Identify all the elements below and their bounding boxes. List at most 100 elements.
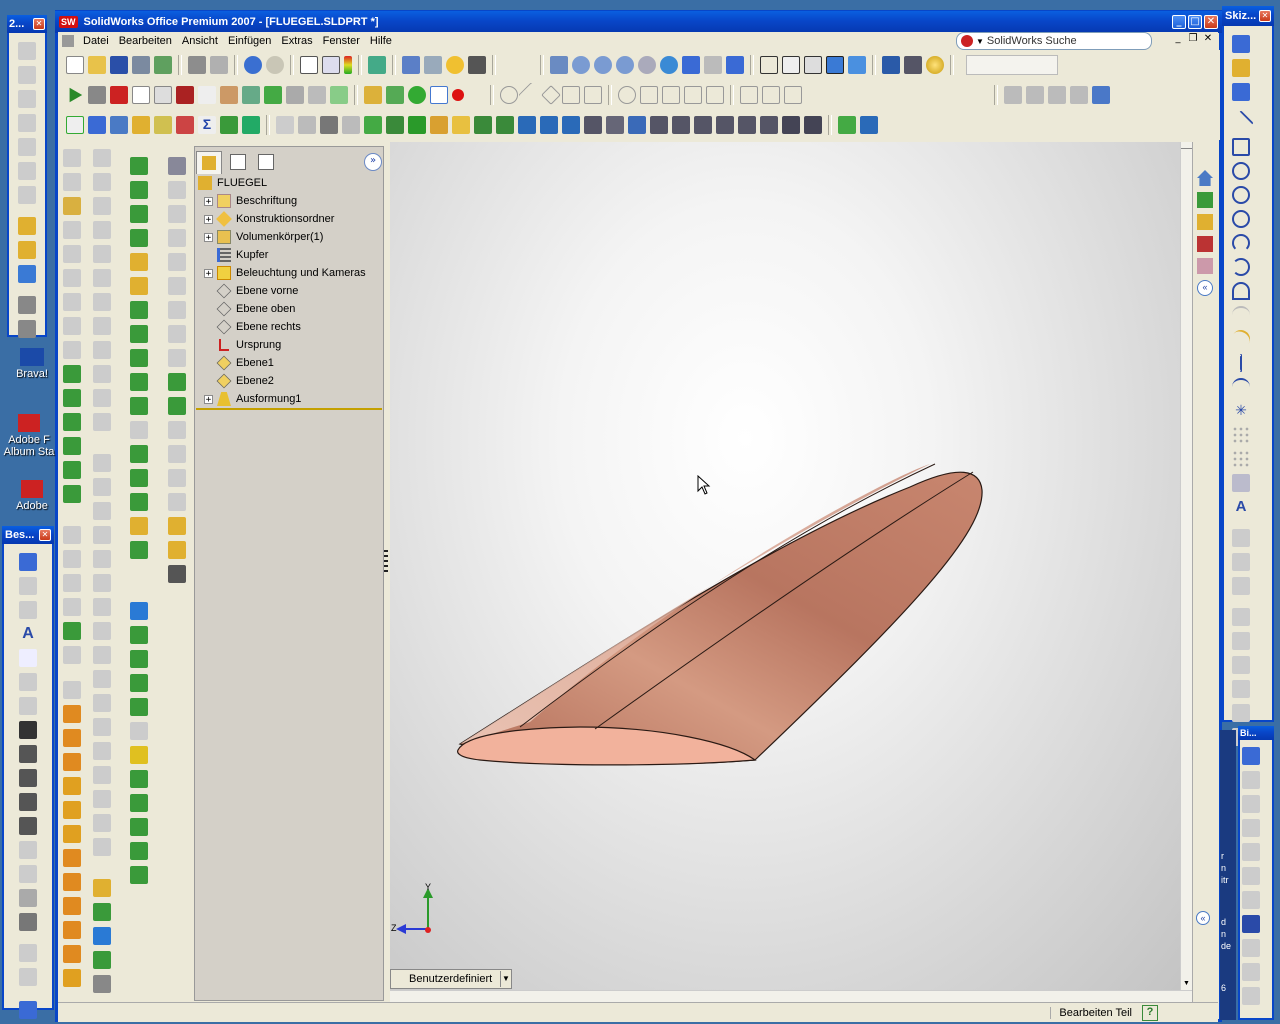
tree-expand-icon[interactable]: +	[204, 214, 213, 224]
vtool-11[interactable]	[63, 389, 81, 407]
shadow-icon[interactable]	[904, 56, 922, 74]
maximize-button[interactable]: □	[1188, 15, 1202, 29]
vtool2-11[interactable]	[93, 389, 111, 407]
menu-extras[interactable]: Extras	[276, 32, 317, 50]
wing-model[interactable]	[390, 142, 1180, 990]
splitter-grip-icon[interactable]	[384, 550, 388, 572]
tool-r3-14[interactable]	[408, 116, 426, 134]
vtool3-7[interactable]	[130, 301, 148, 319]
menu-hilfe[interactable]: Hilfe	[365, 32, 397, 50]
vtool-34[interactable]	[63, 969, 81, 987]
check-icon[interactable]	[198, 86, 216, 104]
vtool2-25[interactable]	[93, 742, 111, 760]
zoom-fit-icon[interactable]	[550, 56, 568, 74]
vtool3-25[interactable]	[130, 770, 148, 788]
vtool2-20[interactable]	[93, 622, 111, 640]
line-icon[interactable]	[1228, 110, 1254, 136]
vtool3-24[interactable]	[130, 746, 148, 764]
undo-icon[interactable]	[244, 56, 262, 74]
vtool3-16[interactable]	[130, 517, 148, 535]
vtool2-28[interactable]	[93, 814, 111, 832]
rt-tool-2[interactable]	[1232, 59, 1250, 77]
vtool2-31[interactable]	[93, 903, 111, 921]
vtool4-2[interactable]	[168, 181, 186, 199]
fb-tool-6[interactable]	[19, 721, 37, 739]
tool-r3-22[interactable]	[584, 116, 602, 134]
title-bar[interactable]: SW SolidWorks Office Premium 2007 - [FLU…	[55, 11, 1222, 33]
desktop-icon-adobe-album[interactable]: Adobe F Album Sta	[2, 414, 56, 458]
vtool-27[interactable]	[63, 801, 81, 819]
pattern-icon[interactable]	[1232, 426, 1250, 444]
shaded-icon[interactable]	[848, 56, 866, 74]
vtool-32[interactable]	[63, 921, 81, 939]
ft-tool-3[interactable]	[18, 90, 36, 108]
point-icon[interactable]	[408, 86, 426, 104]
tool-r3-19[interactable]	[518, 116, 536, 134]
point-icon-2[interactable]: ✳	[1232, 402, 1250, 420]
floating-toolbar-right-bottom-title[interactable]: Bi...	[1238, 726, 1274, 740]
vtool-26[interactable]	[63, 777, 81, 795]
vtool2-29[interactable]	[93, 838, 111, 856]
vtool4-16[interactable]	[168, 517, 186, 535]
arc-icon-2[interactable]	[1232, 258, 1250, 276]
sum-icon[interactable]: Σ	[198, 116, 216, 134]
scroll-down-arrow-icon[interactable]: ▼	[1181, 980, 1192, 990]
tree-expand-icon[interactable]: +	[204, 196, 213, 206]
status-help-icon[interactable]: ?	[1142, 1004, 1158, 1021]
record-icon[interactable]	[452, 89, 464, 101]
tree-item-ebene-oben[interactable]: Ebene oben	[196, 300, 295, 318]
tool-r3-20[interactable]	[540, 116, 558, 134]
rt-tool-10[interactable]	[1232, 656, 1250, 674]
rt-tool-9[interactable]	[1232, 632, 1250, 650]
vtool3-2[interactable]	[130, 181, 148, 199]
vtool2-1[interactable]	[93, 149, 111, 167]
vtool2-15[interactable]	[93, 502, 111, 520]
tool-r3-17[interactable]	[474, 116, 492, 134]
tool-icon-a[interactable]	[220, 86, 238, 104]
design-library-icon[interactable]	[1197, 192, 1213, 208]
select-filter-icon[interactable]	[322, 56, 340, 74]
vtool3-28[interactable]	[130, 842, 148, 860]
sketch-tool-icon-5[interactable]	[584, 86, 602, 104]
vtool-4[interactable]	[63, 221, 81, 239]
rectangle-icon[interactable]	[1232, 138, 1250, 156]
rb-tool-11[interactable]	[1242, 987, 1260, 1005]
vtool4-9[interactable]	[168, 349, 186, 367]
rt-tool-4[interactable]	[1232, 474, 1250, 492]
vtool3-14[interactable]	[130, 469, 148, 487]
section-view-icon[interactable]	[882, 56, 900, 74]
sketch-tool-icon-18[interactable]	[1092, 86, 1110, 104]
arc-icon[interactable]	[1232, 234, 1250, 252]
sketch-tool-icon-8[interactable]	[662, 86, 680, 104]
close-button[interactable]: ✕	[33, 18, 45, 30]
vtool3-10[interactable]	[130, 373, 148, 391]
vtool-16[interactable]	[63, 526, 81, 544]
floating-toolbar-left-bottom-title[interactable]: Bes... ✕	[2, 526, 54, 544]
tree-root[interactable]: FLUEGEL	[198, 174, 267, 192]
vtool3-29[interactable]	[130, 866, 148, 884]
tool-r3-21[interactable]	[562, 116, 580, 134]
menu-datei[interactable]: Datei	[78, 32, 114, 50]
vtool4-11[interactable]	[168, 397, 186, 415]
fb-tool-5[interactable]	[19, 697, 37, 715]
rt-tool-5[interactable]	[1232, 529, 1250, 547]
ft-tool-1[interactable]	[18, 42, 36, 60]
floating-toolbar-left-top-title[interactable]: 2... ✕	[7, 15, 47, 33]
vtool-31[interactable]	[63, 897, 81, 915]
tool-icon-b[interactable]	[242, 86, 260, 104]
feature-tree-tab[interactable]	[196, 150, 222, 174]
rt-tool-8[interactable]	[1232, 608, 1250, 626]
scroll-up-arrow-icon[interactable]	[1181, 142, 1192, 149]
sketch-tool-icon-15[interactable]	[1026, 86, 1044, 104]
fb-tool-14[interactable]	[19, 913, 37, 931]
doc-minimize-button[interactable]: _	[1172, 33, 1184, 47]
vtool2-30[interactable]	[93, 879, 111, 897]
shaded-edges-icon[interactable]	[826, 56, 844, 74]
sketch-active-icon[interactable]	[430, 86, 448, 104]
vtool2-10[interactable]	[93, 365, 111, 383]
tool-r3-15[interactable]	[430, 116, 448, 134]
vtool3-12[interactable]	[130, 421, 148, 439]
vtool4-12[interactable]	[168, 421, 186, 439]
menu-bearbeiten[interactable]: Bearbeiten	[114, 32, 177, 50]
print-setup-icon[interactable]	[132, 56, 150, 74]
